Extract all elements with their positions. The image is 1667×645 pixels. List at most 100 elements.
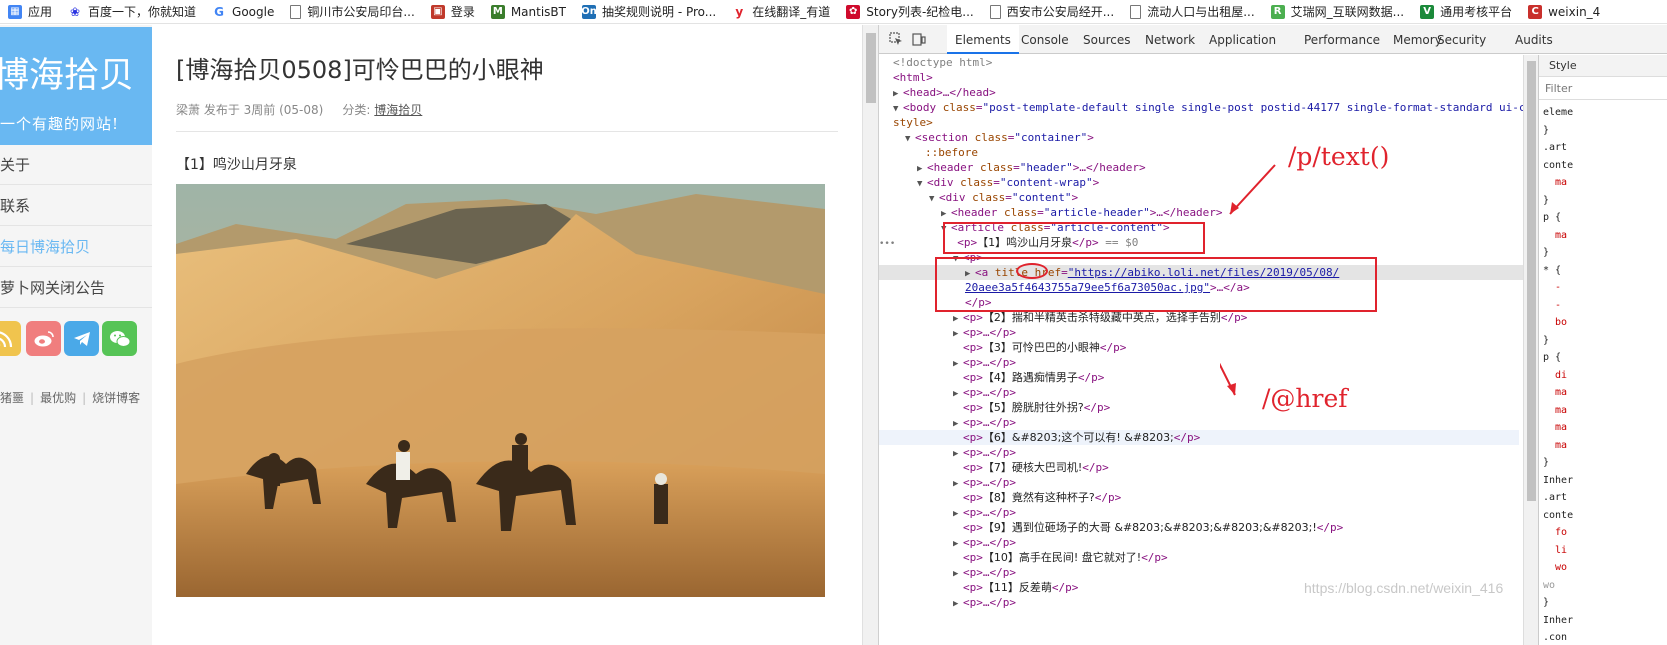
bookmark-item[interactable]: 铜川市公安局印台... — [282, 0, 422, 23]
bookmark-label: 百度一下，你就知道 — [88, 5, 197, 19]
footer-link[interactable]: 烧饼博客 — [92, 391, 140, 405]
style-rule-line: li — [1555, 544, 1568, 556]
bookmark-label: 应用 — [28, 5, 53, 19]
bookmark-item[interactable]: G Google — [204, 0, 282, 23]
scrollbar-thumb[interactable] — [1527, 61, 1536, 501]
rss-icon[interactable] — [0, 321, 21, 356]
site-logo[interactable]: 博海拾贝 一个有趣的网站! — [0, 27, 152, 145]
styles-tab[interactable]: Style — [1539, 55, 1667, 77]
nav-label: 关于 — [0, 156, 31, 174]
bookmark-item[interactable]: 流动人口与出租屋... — [1122, 0, 1262, 23]
annotation-circle-href — [1016, 263, 1048, 279]
annotation-text-xpath: /p/text() — [1288, 142, 1390, 171]
style-rule-line: } — [1543, 457, 1550, 468]
nav-label: 每日博海拾贝 — [0, 238, 91, 256]
v-icon: V — [1420, 4, 1435, 19]
style-rule-line: ma — [1555, 177, 1568, 188]
dom-doctype: <!doctype html> — [893, 56, 993, 69]
devtools-tab-security[interactable]: Security — [1437, 25, 1486, 54]
on-icon: On — [581, 4, 597, 19]
bookmark-label: 西安市公安局经开... — [1006, 5, 1115, 19]
mantis-icon: M — [490, 4, 505, 19]
nav-item-about[interactable]: 关于 — [0, 145, 152, 185]
bookmark-item[interactable]: Cweixin_4 — [1520, 0, 1608, 23]
logo-title: 博海拾贝 — [0, 56, 135, 96]
bookmark-item[interactable]: y 在线翻译_有道 — [724, 0, 838, 23]
devtools-tab-application[interactable]: Application — [1209, 25, 1276, 54]
dom-body-style: style> — [893, 116, 933, 129]
style-rule-line: ma — [1555, 229, 1568, 241]
nav-item-daily[interactable]: 每日博海拾贝 — [0, 227, 152, 267]
logo-tagline: 一个有趣的网站! — [0, 115, 120, 133]
style-rule-line: fo — [1555, 527, 1568, 538]
inspect-element-icon[interactable] — [889, 32, 903, 46]
style-rule-line: .art — [1543, 492, 1568, 503]
style-rule-line: conte — [1543, 509, 1574, 521]
social-links — [0, 321, 152, 361]
page-scrollbar[interactable] — [862, 25, 878, 645]
page-icon — [989, 4, 1001, 19]
footer-link[interactable]: 猪噩 — [0, 391, 24, 405]
devtools-tab-performance[interactable]: Performance — [1304, 25, 1380, 54]
style-rule-line: ma — [1555, 387, 1568, 398]
devtools-tab-audits[interactable]: Audits — [1515, 25, 1553, 54]
devtools-tab-memory[interactable]: Memory — [1393, 25, 1442, 54]
post-meta: 梁萧 发布于 3周前 (05-08) 分类: 博海拾贝 — [176, 101, 838, 118]
sidebar-footer-links: 猪噩 | 最优购 | 烧饼博客 — [0, 391, 141, 405]
bookmark-item[interactable]: V 通用考核平台 — [1412, 0, 1520, 23]
dom-node-p[interactable]: ▶ <p>…</p> — [953, 595, 1016, 612]
style-rule-line: eleme — [1543, 107, 1574, 118]
style-rule-line: - — [1555, 282, 1562, 293]
bookmark-item[interactable]: ▦ 应用 — [0, 0, 60, 23]
style-rule-line: wo — [1543, 579, 1556, 591]
style-rule-line: Inher — [1543, 474, 1574, 486]
footer-link[interactable]: 最优购 — [40, 391, 76, 405]
bookmark-label: Google — [232, 4, 275, 19]
style-rule-line: wo — [1555, 562, 1568, 573]
bookmark-item[interactable]: M MantisBT — [483, 0, 574, 23]
post-title[interactable]: [博海拾贝0508]可怜巴巴的小眼神 — [176, 50, 838, 85]
style-rule-line: .con — [1543, 632, 1568, 643]
google-g-icon: G — [214, 4, 224, 19]
bookmark-label: 在线翻译_有道 — [752, 5, 831, 19]
nav-item-contact[interactable]: 联系 — [0, 186, 152, 226]
devtools-tab-sources[interactable]: Sources — [1083, 25, 1130, 54]
devtools-tab-elements[interactable]: Elements — [947, 25, 1019, 54]
bookmark-item[interactable]: On 抽奖规则说明 - Pro... — [574, 0, 724, 23]
huawei-icon: ✿ — [846, 4, 861, 19]
device-toolbar-icon[interactable] — [912, 32, 926, 46]
baidu-paw-icon: ❀ — [69, 4, 81, 19]
style-rule-line: conte — [1543, 159, 1574, 171]
post-date: 发布于 3周前 (05-08) — [203, 103, 324, 117]
bookmark-item[interactable]: ✿ Story列表-纪检电... — [838, 0, 981, 23]
youdao-icon: y — [735, 4, 744, 19]
style-rule-line: } — [1543, 597, 1550, 608]
bookmark-item[interactable]: 西安市公安局经开... — [982, 0, 1122, 23]
styles-filter-input[interactable]: Filter — [1539, 78, 1667, 100]
annotation-href-xpath: /@href — [1262, 384, 1348, 413]
bookmark-item[interactable]: ▣ 登录 — [423, 0, 483, 23]
post-category-link[interactable]: 博海拾贝 — [374, 103, 422, 117]
iresearch-icon: R — [1270, 4, 1285, 19]
nav-item-notice[interactable]: 萝卜网关闭公告 — [0, 268, 152, 308]
style-rule-line: * { — [1543, 264, 1562, 276]
style-rule-line: } — [1543, 194, 1550, 206]
dom-pseudo-before[interactable]: ::before — [925, 145, 978, 160]
elements-scrollbar[interactable] — [1523, 55, 1538, 645]
devtools-tab-console[interactable]: Console — [1021, 25, 1069, 54]
desert-camel-photo[interactable] — [176, 184, 825, 597]
dom-node-body[interactable]: ▼ <body class="post-template-default sing… — [893, 100, 1523, 117]
bookmark-item[interactable]: ❀ 百度一下，你就知道 — [60, 0, 204, 23]
scrollbar-thumb[interactable] — [866, 33, 876, 103]
style-rule-line: ma — [1555, 404, 1568, 416]
style-rule-line: p { — [1543, 212, 1562, 223]
wechat-icon[interactable] — [102, 321, 137, 356]
telegram-icon[interactable] — [64, 321, 99, 356]
devtools-toolbar: Elements Console Sources Network Application… — [879, 25, 1667, 54]
devtools-tab-network[interactable]: Network — [1145, 25, 1195, 54]
style-rule-line: bo — [1555, 317, 1568, 328]
bookmark-item[interactable]: R 艾瑞网_互联网数据... — [1263, 0, 1412, 23]
post-paragraph: 【1】鸣沙山月牙泉 — [176, 157, 297, 173]
weibo-icon[interactable] — [26, 321, 61, 356]
dom-node-html[interactable]: <html> — [893, 70, 933, 85]
